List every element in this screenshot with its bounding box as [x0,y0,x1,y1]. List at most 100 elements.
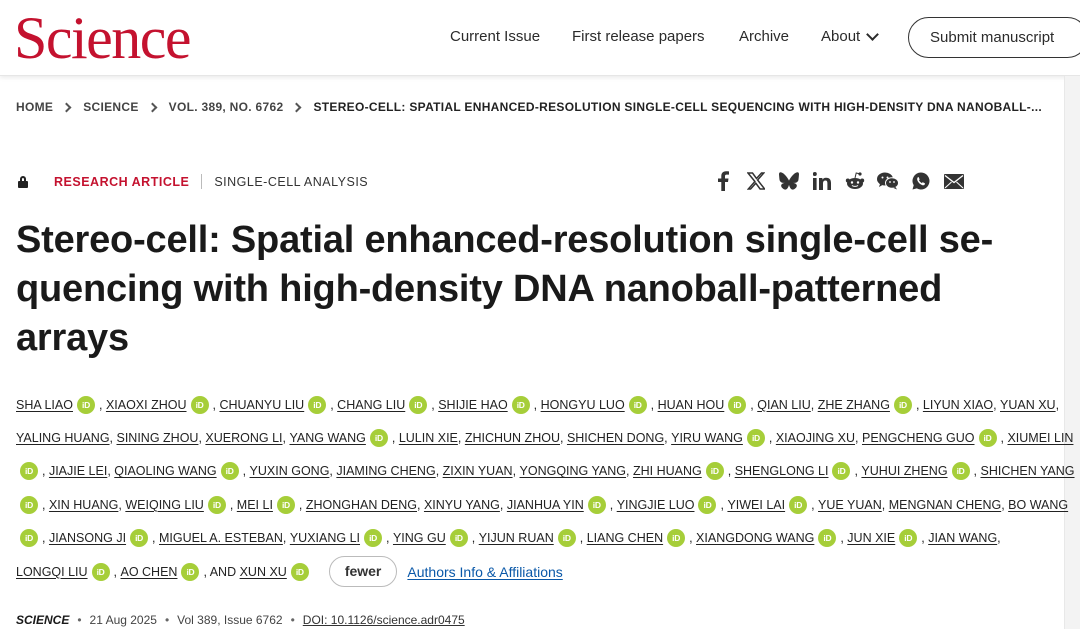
author-link[interactable]: YONGQING YANG [520,458,627,484]
author-link[interactable]: XINYU YANG [424,492,500,518]
orcid-icon[interactable]: iD [818,529,837,548]
orcid-icon[interactable]: iD [190,395,209,414]
author-link[interactable]: HONGYU LUO [541,392,625,418]
author-link[interactable]: CHUANYU LIU [219,392,304,418]
submit-manuscript-button[interactable]: Submit manuscript [908,17,1080,58]
orcid-icon[interactable]: iD [746,429,765,448]
author-link[interactable]: YINGJIE LUO [617,492,695,518]
author-link[interactable]: XUERONG LI [205,425,282,451]
reddit-icon[interactable] [844,170,866,192]
orcid-icon[interactable]: iD [76,395,95,414]
orcid-icon[interactable]: iD [705,462,724,481]
author-link[interactable]: YIWEI LAI [727,492,785,518]
author-link[interactable]: CHANG LIU [337,392,405,418]
breadcrumb-home[interactable]: HOME [16,100,53,114]
orcid-icon[interactable]: iD [832,462,851,481]
orcid-icon[interactable]: iD [557,529,576,548]
orcid-icon[interactable]: iD [220,462,239,481]
orcid-icon[interactable]: iD [364,529,383,548]
nav-current-issue[interactable]: Current Issue [450,28,540,45]
orcid-icon[interactable]: iD [893,395,912,414]
orcid-icon[interactable]: iD [20,462,38,481]
orcid-icon[interactable]: iD [290,562,309,581]
author-link[interactable]: YUE YUAN [818,492,882,518]
orcid-icon[interactable]: iD [449,529,468,548]
breadcrumb-science[interactable]: SCIENCE [83,100,138,114]
author-link[interactable]: BO WANG [1008,492,1068,518]
author-link[interactable]: QIAN LIU [757,392,811,418]
orcid-icon[interactable]: iD [409,395,428,414]
author-link[interactable]: MEI LI [237,492,273,518]
orcid-icon[interactable]: iD [130,529,149,548]
author-link[interactable]: ZHI HUANG [633,458,702,484]
author-link[interactable]: JIAMING CHENG [336,458,435,484]
author-link[interactable]: XIAOJING XU [776,425,855,451]
bluesky-icon[interactable] [778,170,800,192]
orcid-icon[interactable]: iD [276,495,295,514]
author-link[interactable]: LONGQI LIU [16,559,88,585]
orcid-icon[interactable]: iD [667,529,686,548]
article-type-label[interactable]: RESEARCH ARTICLE [54,175,189,189]
orcid-icon[interactable]: iD [587,495,606,514]
author-link[interactable]: SHICHEN DONG [567,425,664,451]
author-link[interactable]: YANG WANG [289,425,365,451]
facebook-icon[interactable] [712,170,734,192]
author-link[interactable]: SHENGLONG LI [735,458,829,484]
author-link[interactable]: MENGNAN CHENG [889,492,1002,518]
orcid-icon[interactable]: iD [20,529,38,548]
breadcrumb-issue[interactable]: VOL. 389, NO. 6762 [169,100,284,114]
author-link[interactable]: YUHUI ZHENG [861,458,947,484]
orcid-icon[interactable]: iD [978,429,997,448]
orcid-icon[interactable]: iD [728,395,747,414]
author-link[interactable]: XIANGDONG WANG [696,525,814,551]
author-link[interactable]: HUAN HOU [658,392,725,418]
author-link[interactable]: XIN HUANG [49,492,118,518]
orcid-icon[interactable]: iD [511,395,530,414]
author-link[interactable]: YUAN XU [1000,392,1056,418]
author-link[interactable]: PENGCHENG GUO [862,425,975,451]
x-icon[interactable] [745,170,767,192]
page-scrollbar[interactable] [1064,76,1080,629]
author-link[interactable]: SHICHEN YANG [981,458,1075,484]
author-link[interactable]: YING GU [393,525,446,551]
author-link[interactable]: YUXIN GONG [250,458,330,484]
orcid-icon[interactable]: iD [308,395,327,414]
orcid-icon[interactable]: iD [698,495,717,514]
author-link[interactable]: JIAN WANG [928,525,997,551]
whatsapp-icon[interactable] [910,170,932,192]
author-link[interactable]: XIUMEI LIN [1007,425,1073,451]
orcid-icon[interactable]: iD [20,495,38,514]
author-link[interactable]: JIANHUA YIN [507,492,584,518]
orcid-icon[interactable]: iD [369,429,388,448]
orcid-icon[interactable]: iD [181,562,200,581]
author-link[interactable]: ZHICHUN ZHOU [465,425,560,451]
doi-link[interactable]: DOI: 10.1126/science.adr0475 [303,613,465,627]
linkedin-icon[interactable] [811,170,833,192]
article-subject-label[interactable]: SINGLE-CELL ANALYSIS [214,175,368,189]
orcid-icon[interactable]: iD [899,529,918,548]
author-link[interactable]: ZHE ZHANG [818,392,890,418]
fewer-authors-button[interactable]: fewer [328,556,398,588]
author-link[interactable]: JIANSONG JI [49,525,126,551]
author-link[interactable]: AO CHEN [121,559,178,585]
author-link[interactable]: LIYUN XIAO [923,392,993,418]
orcid-icon[interactable]: iD [207,495,226,514]
orcid-icon[interactable]: iD [91,562,110,581]
author-link[interactable]: JIAJIE LEI [49,458,107,484]
email-icon[interactable] [943,170,965,192]
author-link[interactable]: LIANG CHEN [587,525,663,551]
author-link[interactable]: QIAOLING WANG [114,458,216,484]
author-link[interactable]: SHIJIE HAO [438,392,507,418]
wechat-icon[interactable] [877,170,899,192]
author-link[interactable]: JUN XIE [847,525,895,551]
authors-info-affiliations-link[interactable]: Authors Info & Affiliations [407,559,562,585]
journal-name[interactable]: SCIENCE [16,613,69,627]
author-link[interactable]: ZIXIN YUAN [443,458,513,484]
orcid-icon[interactable]: iD [951,462,970,481]
author-link[interactable]: MIGUEL A. ESTEBAN [159,525,283,551]
nav-first-release-papers[interactable]: First release papers [572,28,705,45]
nav-about[interactable]: About [821,27,880,45]
author-link[interactable]: SHA LIAO [16,392,73,418]
author-link[interactable]: YALING HUANG [16,425,110,451]
author-link[interactable]: XUN XU [240,559,287,585]
